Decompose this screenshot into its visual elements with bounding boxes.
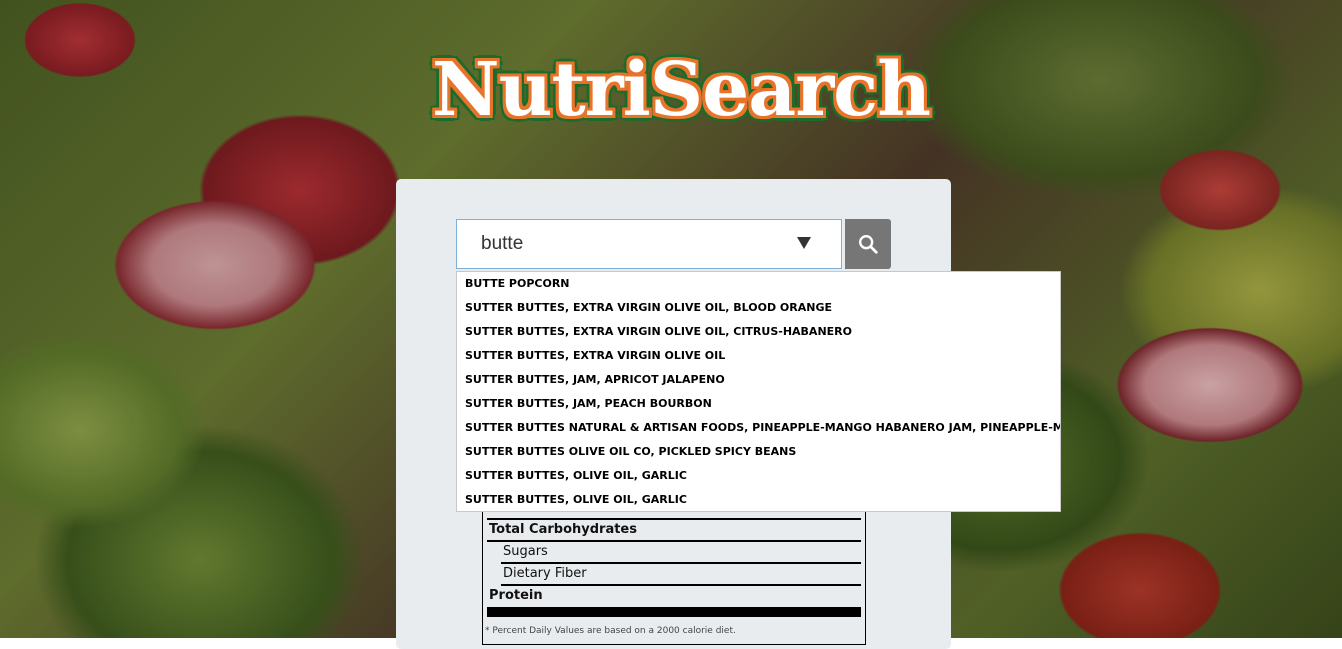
search-button[interactable] [845,219,891,269]
suggestion-item[interactable]: SUTTER BUTTES NATURAL & ARTISAN FOODS, P… [457,416,1060,440]
label-row-total-carbohydrates: Total Carbohydrates [487,519,861,542]
suggestion-item[interactable]: BUTTE POPCORN [457,272,1060,296]
label-row-sugars: Sugars [501,541,861,564]
triangle-down-icon[interactable] [797,237,811,249]
label-footnote: * Percent Daily Values are based on a 20… [485,626,736,636]
label-text: Sugars [503,544,548,559]
app-logo: NutriSearch [432,47,931,133]
suggestion-item[interactable]: SUTTER BUTTES, JAM, PEACH BOURBON [457,392,1060,416]
suggestion-item[interactable]: SUTTER BUTTES OLIVE OIL CO, PICKLED SPIC… [457,440,1060,464]
label-text: Total Carbohydrates [489,522,637,537]
search-icon [859,235,878,254]
search-combobox[interactable] [456,219,842,269]
suggestion-item[interactable]: SUTTER BUTTES, JAM, APRICOT JALAPENO [457,368,1060,392]
suggestion-list: BUTTE POPCORN SUTTER BUTTES, EXTRA VIRGI… [456,271,1061,512]
suggestion-item[interactable]: SUTTER BUTTES, EXTRA VIRGIN OLIVE OIL, C… [457,320,1060,344]
label-text: Protein [489,588,543,603]
suggestion-item[interactable]: SUTTER BUTTES, OLIVE OIL, GARLIC [457,464,1060,488]
suggestion-item[interactable]: SUTTER BUTTES, EXTRA VIRGIN OLIVE OIL, B… [457,296,1060,320]
label-row-protein: Protein [487,585,861,606]
suggestion-item[interactable]: SUTTER BUTTES, OLIVE OIL, GARLIC [457,488,1060,512]
search-input[interactable] [481,220,791,268]
label-text: Dietary Fiber [503,566,587,581]
label-row-dietary-fiber: Dietary Fiber [501,563,861,586]
suggestion-item[interactable]: SUTTER BUTTES, EXTRA VIRGIN OLIVE OIL [457,344,1060,368]
label-divider-bar [487,607,861,617]
nutrition-label: Total Fat Total Carbohydrates Sugars Die… [482,495,866,645]
